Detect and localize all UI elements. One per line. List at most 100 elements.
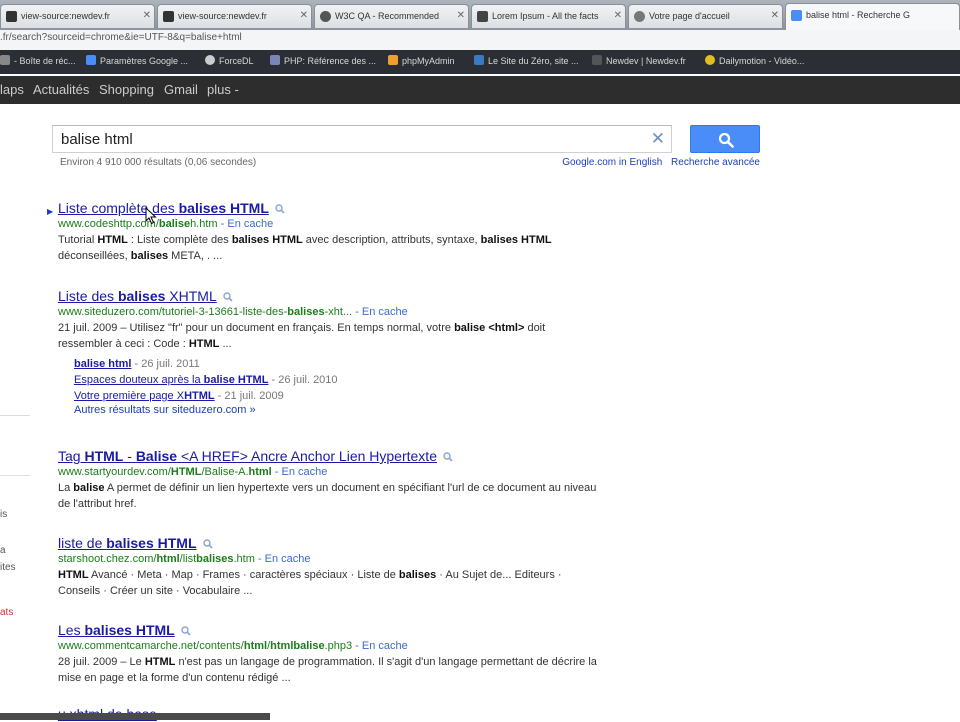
google-icon	[791, 10, 802, 21]
result-title-link[interactable]: Liste des balises XHTML	[58, 288, 618, 304]
result-url: www.commentcamarche.net/contents/html/ht…	[58, 640, 408, 652]
bookmark-label: Dailymotion - Vidéo...	[719, 56, 805, 66]
sidebar-fragment[interactable]: ites	[0, 562, 16, 573]
clear-icon[interactable]: ✕	[651, 129, 665, 149]
sitelink-date: - 26 juil. 2011	[131, 358, 200, 370]
tab-view-source-2[interactable]: view-source:newdev.fr ✕	[157, 4, 312, 28]
result-url: www.codeshttp.com/baliseh.htm - En cache	[58, 218, 274, 230]
close-icon[interactable]: ✕	[614, 10, 622, 21]
bookmark-phpmyadmin[interactable]: phpMyAdmin	[388, 55, 455, 66]
bookmark-label: - Boîte de réc...	[14, 56, 76, 66]
cache-link[interactable]: - En cache	[255, 553, 311, 565]
result-snippet: HTML Avancé · Meta · Map · Frames · cara…	[58, 569, 562, 597]
bookmark-mail[interactable]: - Boîte de réc...	[0, 55, 76, 66]
sidebar-divider	[0, 475, 30, 476]
english-link[interactable]: Google.com in English	[562, 157, 662, 168]
sidebar-fragment[interactable]: ats	[0, 607, 13, 618]
page-icon	[592, 55, 602, 65]
close-icon[interactable]: ✕	[457, 10, 465, 21]
mail-icon	[0, 55, 10, 65]
google-icon	[86, 55, 96, 65]
bookmark-google-settings[interactable]: Paramètres Google ...	[86, 55, 188, 66]
page-icon	[6, 11, 17, 22]
result-title-link[interactable]: Les balises HTML	[58, 622, 618, 638]
bookmark-label: PHP: Référence des ...	[284, 56, 377, 66]
search-result: liste de balises HTML starshoot.chez.com/…	[58, 535, 618, 599]
globe-icon	[634, 11, 645, 22]
tab-bar: view-source:newdev.fr ✕ view-source:newd…	[0, 0, 960, 30]
tab-page-accueil[interactable]: Votre page d'accueil ✕	[628, 4, 783, 28]
php-icon	[270, 55, 280, 65]
search-input[interactable]: balise html ✕	[52, 125, 672, 153]
cache-link[interactable]: - En cache	[218, 218, 274, 230]
tab-google-search[interactable]: balise html - Recherche G	[785, 3, 960, 30]
nav-actualites[interactable]: Actualités	[33, 82, 89, 97]
tab-lorem-ipsum[interactable]: Lorem Ipsum - All the facts ✕	[471, 4, 626, 28]
nav-more[interactable]: plus -	[207, 82, 239, 97]
cache-link[interactable]: - En cache	[272, 466, 328, 478]
bookmark-label: ForceDL	[219, 56, 254, 66]
globe-icon	[320, 11, 331, 22]
result-title-link[interactable]: liste de balises HTML	[58, 535, 618, 551]
result-stats: Environ 4 910 000 résultats (0,06 second…	[60, 157, 257, 168]
preview-magnifier-icon[interactable]	[223, 292, 233, 302]
bookmarks-bar: - Boîte de réc... Paramètres Google ... …	[0, 50, 960, 74]
bookmark-newdev[interactable]: Newdev | Newdev.fr	[592, 55, 686, 66]
page-icon	[477, 11, 488, 22]
result-url: www.siteduzero.com/tutoriel-3-13661-list…	[58, 306, 408, 318]
preview-magnifier-icon[interactable]	[443, 452, 453, 462]
result-marker-icon: ▶	[47, 207, 54, 216]
nav-maps[interactable]: laps	[0, 82, 24, 97]
power-icon	[205, 55, 215, 65]
status-bar	[0, 713, 270, 720]
sidebar-fragment[interactable]: a	[0, 545, 6, 556]
sitelink-item: Espaces douteux après la balise HTML - 2…	[74, 372, 618, 388]
bookmark-php[interactable]: PHP: Référence des ...	[270, 55, 376, 66]
tab-w3c-qa[interactable]: W3C QA - Recommended ✕	[314, 4, 469, 28]
bookmark-label: Le Site du Zéro, site ...	[488, 56, 579, 66]
sidebar-divider	[0, 415, 30, 416]
tab-label: W3C QA - Recommended	[335, 11, 440, 21]
bookmark-dailymotion[interactable]: Dailymotion - Vidéo...	[705, 55, 804, 66]
page-icon	[163, 11, 174, 22]
preview-magnifier-icon[interactable]	[202, 539, 213, 549]
close-icon[interactable]: ✕	[143, 10, 151, 21]
more-results-link[interactable]: Autres résultats sur siteduzero.com »	[74, 404, 618, 416]
cache-link[interactable]: - En cache	[352, 306, 408, 318]
result-snippet: 28 juil. 2009 – Le HTML n'est pas un lan…	[58, 656, 597, 684]
result-snippet: Tutorial HTML : Liste complète des balis…	[58, 234, 552, 262]
result-snippet: 21 juil. 2009 – Utilisez "fr" pour un do…	[58, 322, 546, 350]
address-url[interactable]: .fr/search?sourceid=chrome&ie=UTF-8&q=ba…	[0, 32, 242, 43]
sitelink-item: balise html - 26 juil. 2011	[74, 356, 618, 372]
close-icon[interactable]: ✕	[300, 10, 308, 21]
preview-magnifier-icon[interactable]	[181, 626, 191, 636]
advanced-search-link[interactable]: Recherche avancée	[671, 157, 760, 168]
search-query[interactable]: balise html	[61, 131, 133, 148]
nav-gmail[interactable]: Gmail	[164, 82, 198, 97]
result-snippet: La balise A permet de définir un lien hy…	[58, 482, 597, 510]
search-button[interactable]	[690, 125, 760, 153]
preview-magnifier-icon[interactable]	[275, 204, 285, 214]
sitelink-title[interactable]: Votre première page XHTML	[74, 390, 215, 402]
bookmark-site-du-zero[interactable]: Le Site du Zéro, site ...	[474, 55, 579, 66]
cache-link[interactable]: - En cache	[352, 640, 408, 652]
sitelink-title[interactable]: balise html	[74, 358, 131, 370]
address-bar[interactable]: .fr/search?sourceid=chrome&ie=UTF-8&q=ba…	[0, 30, 960, 51]
close-icon[interactable]: ✕	[771, 10, 779, 21]
result-title-link[interactable]: Liste complète des balises HTML	[58, 200, 618, 216]
search-result: Tag HTML - Balise <A HREF> Ancre Anchor …	[58, 448, 618, 512]
sitelink-title[interactable]: Espaces douteux après la balise HTML	[74, 374, 268, 386]
result-url: www.startyourdev.com/HTML/Balise-A.html …	[58, 466, 328, 478]
sitelink-item: Votre première page XHTML - 21 juil. 200…	[74, 388, 618, 404]
sidebar-fragment[interactable]: is	[0, 509, 7, 520]
phpmyadmin-icon	[388, 55, 398, 65]
result-title-link[interactable]: Tag HTML - Balise <A HREF> Ancre Anchor …	[58, 448, 618, 464]
bookmark-label: Paramètres Google ...	[100, 56, 189, 66]
tab-label: Votre page d'accueil	[649, 11, 730, 21]
tab-view-source-1[interactable]: view-source:newdev.fr ✕	[0, 4, 155, 28]
nav-shopping[interactable]: Shopping	[99, 82, 154, 97]
search-result: Liste des balises XHTML www.siteduzero.co…	[58, 288, 618, 416]
search-result: Les balises HTML www.commentcamarche.net/…	[58, 622, 618, 686]
bookmark-forcedl[interactable]: ForceDL	[205, 55, 254, 66]
sitelinks: balise html - 26 juil. 2011 Espaces doute…	[74, 356, 618, 404]
